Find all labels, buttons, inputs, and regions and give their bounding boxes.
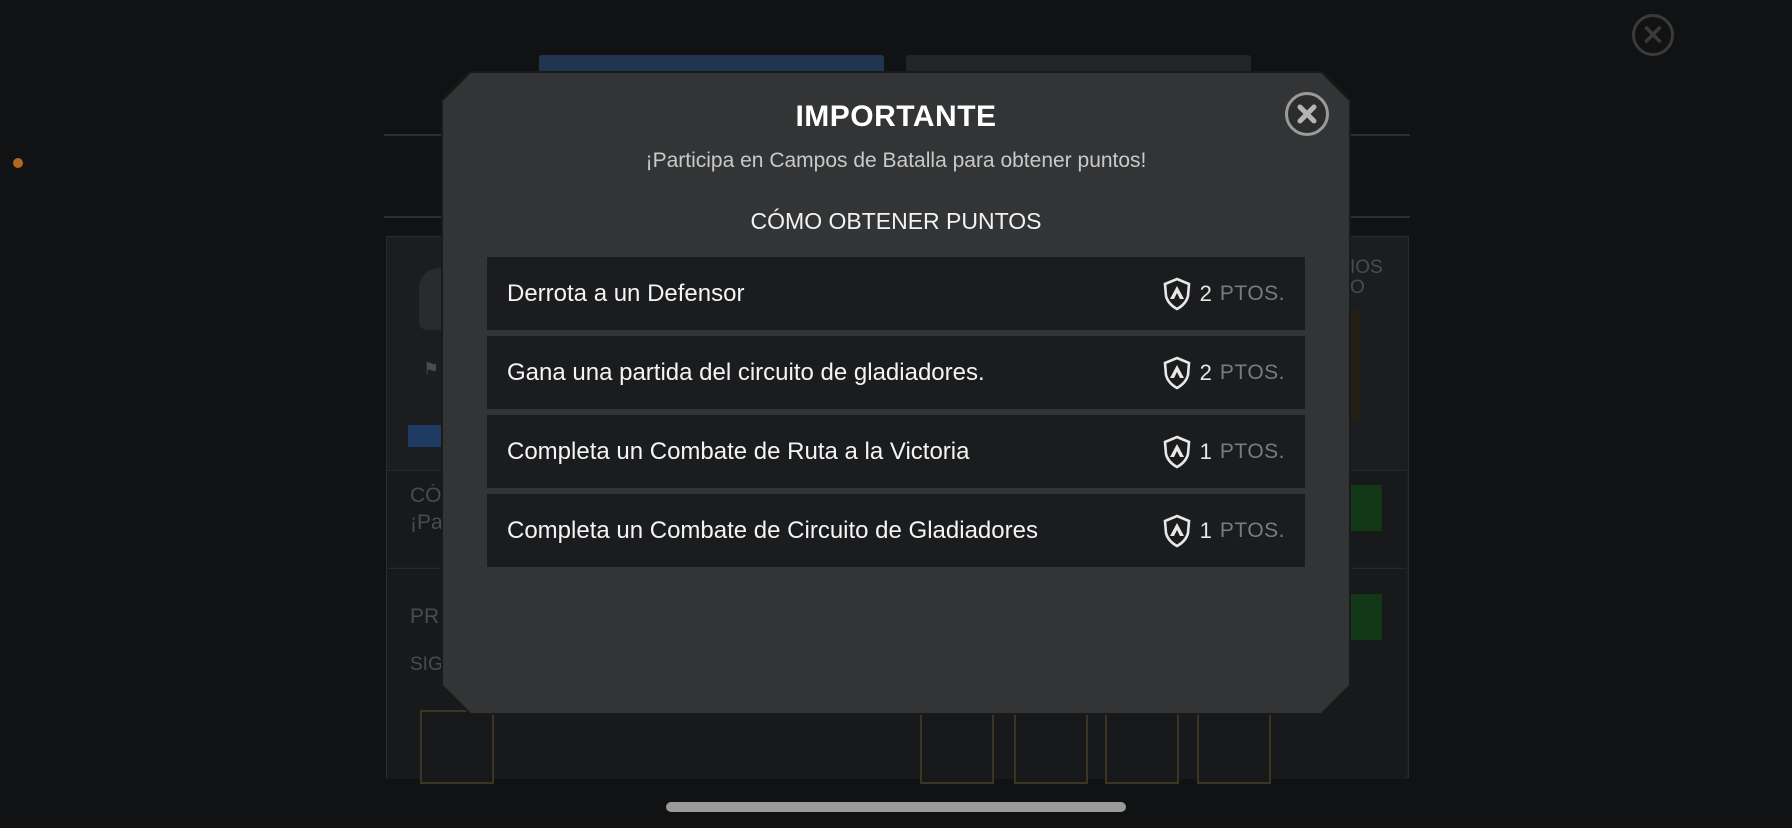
points-unit: PTOS.	[1219, 281, 1285, 305]
bg-text: IOS	[1350, 257, 1383, 278]
points-row-label: Completa un Combate de Circuito de Gladi…	[507, 516, 1038, 544]
points-row-label: Completa un Combate de Ruta a la Victori…	[507, 437, 970, 465]
bg-reward-portrait	[1105, 710, 1179, 784]
section-title: CÓMO OBTENER PUNTOS	[750, 208, 1042, 234]
bg-text: ¡Pa	[410, 511, 443, 534]
bg-reward-portrait	[1197, 710, 1271, 784]
shield-icon	[1163, 514, 1190, 547]
points-list: Derrota a un Defensor 2 PTOS. Gana una p…	[487, 257, 1305, 573]
bg-text: SIG	[410, 654, 443, 675]
points-value: 1 PTOS.	[1162, 435, 1285, 469]
points-row: Gana una partida del circuito de gladiad…	[487, 336, 1305, 409]
points-number: 2	[1199, 280, 1212, 306]
points-unit: PTOS.	[1219, 518, 1285, 542]
shield-icon	[1163, 277, 1190, 310]
points-value: 1 PTOS.	[1162, 514, 1285, 548]
bg-text: O	[1350, 277, 1365, 298]
bg-text: PR	[410, 605, 440, 628]
points-number: 1	[1199, 517, 1212, 543]
points-unit: PTOS.	[1219, 360, 1285, 384]
modal-title: IMPORTANTE	[795, 100, 997, 133]
bg-text: CÓ	[410, 484, 442, 507]
points-row-label: Derrota a un Defensor	[507, 279, 745, 307]
bg-reward-portrait	[1014, 710, 1088, 784]
bg-close-icon: ×	[1632, 14, 1674, 56]
points-row: Completa un Combate de Ruta a la Victori…	[487, 415, 1305, 488]
points-value: 2 PTOS.	[1162, 356, 1285, 390]
points-row: Derrota a un Defensor 2 PTOS.	[487, 257, 1305, 330]
bg-reward-portrait	[920, 710, 994, 784]
points-row: Completa un Combate de Circuito de Gladi…	[487, 494, 1305, 567]
points-row-label: Gana una partida del circuito de gladiad…	[507, 358, 985, 386]
points-number: 1	[1199, 438, 1212, 464]
points-number: 2	[1199, 359, 1212, 385]
notification-dot	[13, 158, 23, 168]
bg-champion-portrait	[420, 710, 494, 784]
shield-icon	[1163, 435, 1190, 468]
shield-icon	[1163, 356, 1190, 389]
flag-icon: ⚑	[423, 359, 440, 379]
points-value: 2 PTOS.	[1162, 277, 1285, 311]
modal-subtitle: ¡Participa en Campos de Batalla para obt…	[645, 149, 1147, 172]
home-indicator-bar	[666, 802, 1126, 812]
points-unit: PTOS.	[1219, 439, 1285, 463]
